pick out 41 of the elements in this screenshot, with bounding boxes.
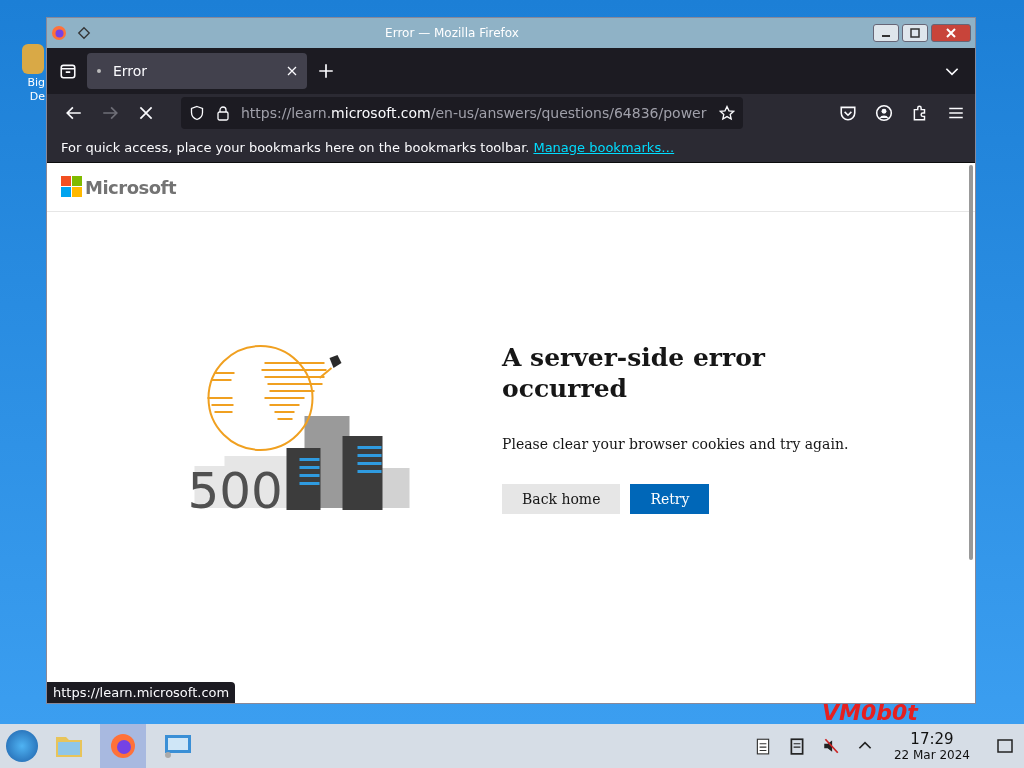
browser-tab[interactable]: Error — [87, 53, 307, 89]
manage-bookmarks-link[interactable]: Manage bookmarks… — [533, 139, 675, 155]
pocket-icon[interactable] — [839, 104, 857, 122]
error-code: 500 — [187, 461, 283, 518]
shield-icon[interactable] — [189, 105, 205, 121]
scrollbar[interactable] — [969, 165, 973, 560]
maximize-button[interactable] — [902, 24, 928, 42]
error-heading: A server-side error occurred — [502, 341, 767, 404]
show-desktop-icon[interactable] — [996, 737, 1014, 755]
address-bar[interactable]: https://learn.microsoft.com/en-us/answers/questions/64836/power — [181, 97, 743, 129]
wallpaper-text: VM0b0t — [822, 700, 918, 724]
clock-time[interactable]: 17:29 — [910, 730, 954, 748]
back-home-button[interactable]: Back home — [502, 483, 621, 514]
lock-icon[interactable] — [215, 105, 231, 121]
windows-logo-icon — [61, 176, 83, 198]
minimize-button[interactable] — [873, 24, 899, 42]
firefox-icon — [51, 25, 67, 41]
bookmark-star-icon[interactable] — [719, 105, 735, 121]
clock-date[interactable]: 22 Mar 2024 — [893, 748, 970, 762]
start-button[interactable] — [6, 730, 38, 762]
tab-overview-icon[interactable] — [59, 62, 77, 80]
new-tab-icon[interactable] — [317, 62, 335, 80]
close-button[interactable] — [931, 24, 971, 42]
maximize-icon — [910, 28, 920, 38]
desktop-icon-label: Big De — [26, 76, 45, 104]
close-icon — [946, 28, 956, 38]
window-title: Error — Mozilla Firefox — [384, 26, 520, 40]
url-text: https://learn.microsoft.com/en-us/answers/questions/64836/power — [241, 105, 708, 121]
minimize-icon — [882, 35, 890, 37]
muted-speaker-icon[interactable] — [821, 737, 840, 755]
status-url-tooltip: https://learn.microsoft.com — [47, 682, 236, 703]
error-message: Please clear your browser cookies and try again. — [502, 435, 850, 452]
stop-icon[interactable] — [137, 104, 155, 122]
account-icon[interactable] — [875, 104, 893, 122]
logo-text[interactable]: Microsoft — [85, 176, 176, 198]
bookmarks-hint: For quick access, place your bookmarks here on the bookmarks toolbar. — [61, 139, 530, 155]
close-tab-icon[interactable] — [287, 66, 297, 76]
back-icon[interactable] — [65, 104, 83, 122]
retry-button[interactable]: Retry — [630, 483, 710, 514]
firefox-icon[interactable] — [100, 724, 146, 768]
forward-icon[interactable] — [101, 104, 119, 122]
